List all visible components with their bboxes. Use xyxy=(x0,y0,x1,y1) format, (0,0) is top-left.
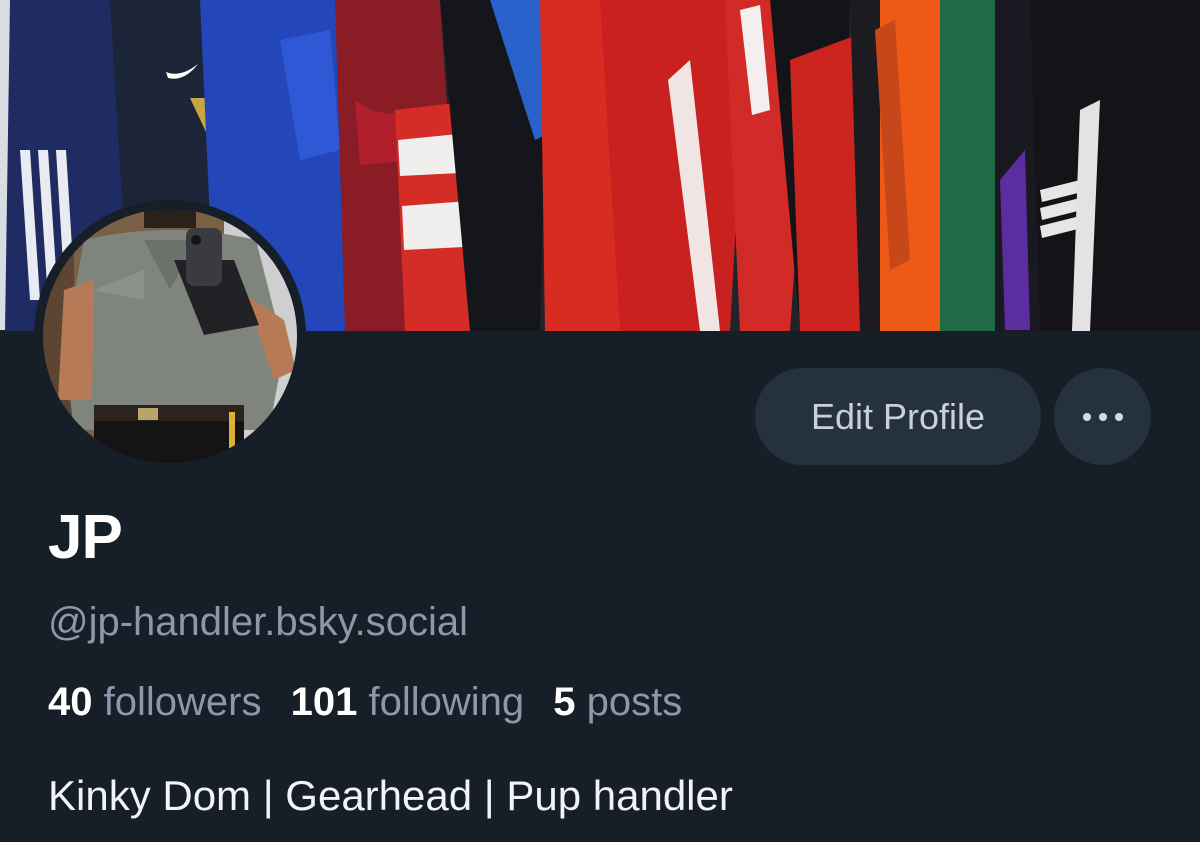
posts-count-stat: 5 posts xyxy=(553,680,682,724)
followers-count: 40 xyxy=(48,680,93,724)
display-name: JP xyxy=(48,503,123,572)
followers-label: followers xyxy=(103,680,262,724)
following-label: following xyxy=(368,680,525,724)
more-horizontal-icon xyxy=(1079,412,1127,421)
profile-bio: Kinky Dom | Gearhead | Pup handler xyxy=(48,772,733,819)
more-options-button[interactable] xyxy=(1054,368,1151,465)
profile-handle: @jp-handler.bsky.social xyxy=(48,600,469,644)
following-link[interactable]: 101 following xyxy=(291,680,525,724)
profile-stats: 40 followers 101 following 5 posts xyxy=(48,680,700,725)
posts-count: 5 xyxy=(553,680,576,724)
edit-profile-button[interactable]: Edit Profile xyxy=(755,368,1041,465)
posts-label: posts xyxy=(586,680,683,724)
avatar-photo xyxy=(34,200,306,472)
profile-avatar[interactable] xyxy=(34,200,306,472)
following-count: 101 xyxy=(290,680,358,724)
followers-link[interactable]: 40 followers xyxy=(48,680,261,724)
